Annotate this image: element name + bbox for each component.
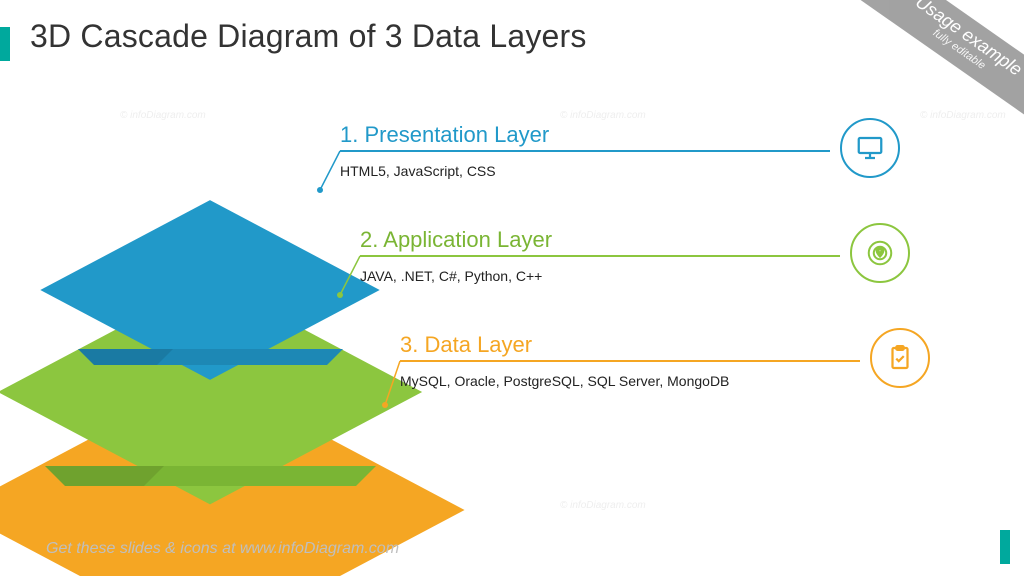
layer-slab-1 bbox=[90, 170, 330, 410]
layer-label-2: 2. Application Layer JAVA, .NET, C#, Pyt… bbox=[360, 227, 840, 286]
watermark: © infoDiagram.com bbox=[120, 110, 206, 121]
slide: { "title": "3D Cascade Diagram of 3 Data… bbox=[0, 0, 1024, 576]
corner-ribbon: Usage example fully editable bbox=[852, 0, 1024, 131]
layer-label-3: 3. Data Layer MySQL, Oracle, PostgreSQL,… bbox=[400, 332, 860, 391]
location-icon bbox=[850, 223, 910, 283]
layer-num: 2. bbox=[360, 227, 378, 252]
layer-name: Application Layer bbox=[383, 227, 552, 252]
monitor-icon bbox=[840, 118, 900, 178]
watermark: © infoDiagram.com bbox=[560, 110, 646, 121]
layer-desc: MySQL, Oracle, PostgreSQL, SQL Server, M… bbox=[400, 372, 820, 391]
footer-accent bbox=[1000, 530, 1010, 564]
layer-name: Presentation Layer bbox=[364, 122, 549, 147]
layer-num: 1. bbox=[340, 122, 358, 147]
layer-label-1: 1. Presentation Layer HTML5, JavaScript,… bbox=[340, 122, 840, 181]
layer-desc: JAVA, .NET, C#, Python, C++ bbox=[360, 267, 780, 286]
title-accent bbox=[0, 27, 10, 61]
ribbon-line1: Usage example bbox=[864, 0, 1024, 113]
slide-title: 3D Cascade Diagram of 3 Data Layers bbox=[30, 18, 587, 55]
layer-num: 3. bbox=[400, 332, 418, 357]
clipboard-icon bbox=[870, 328, 930, 388]
watermark: © infoDiagram.com bbox=[560, 500, 646, 511]
layer-stack bbox=[40, 130, 440, 510]
footer-text: Get these slides & icons at www.infoDiag… bbox=[46, 540, 399, 558]
layer-desc: HTML5, JavaScript, CSS bbox=[340, 162, 760, 181]
watermark: © infoDiagram.com bbox=[920, 110, 1006, 121]
layer-name: Data Layer bbox=[424, 332, 532, 357]
